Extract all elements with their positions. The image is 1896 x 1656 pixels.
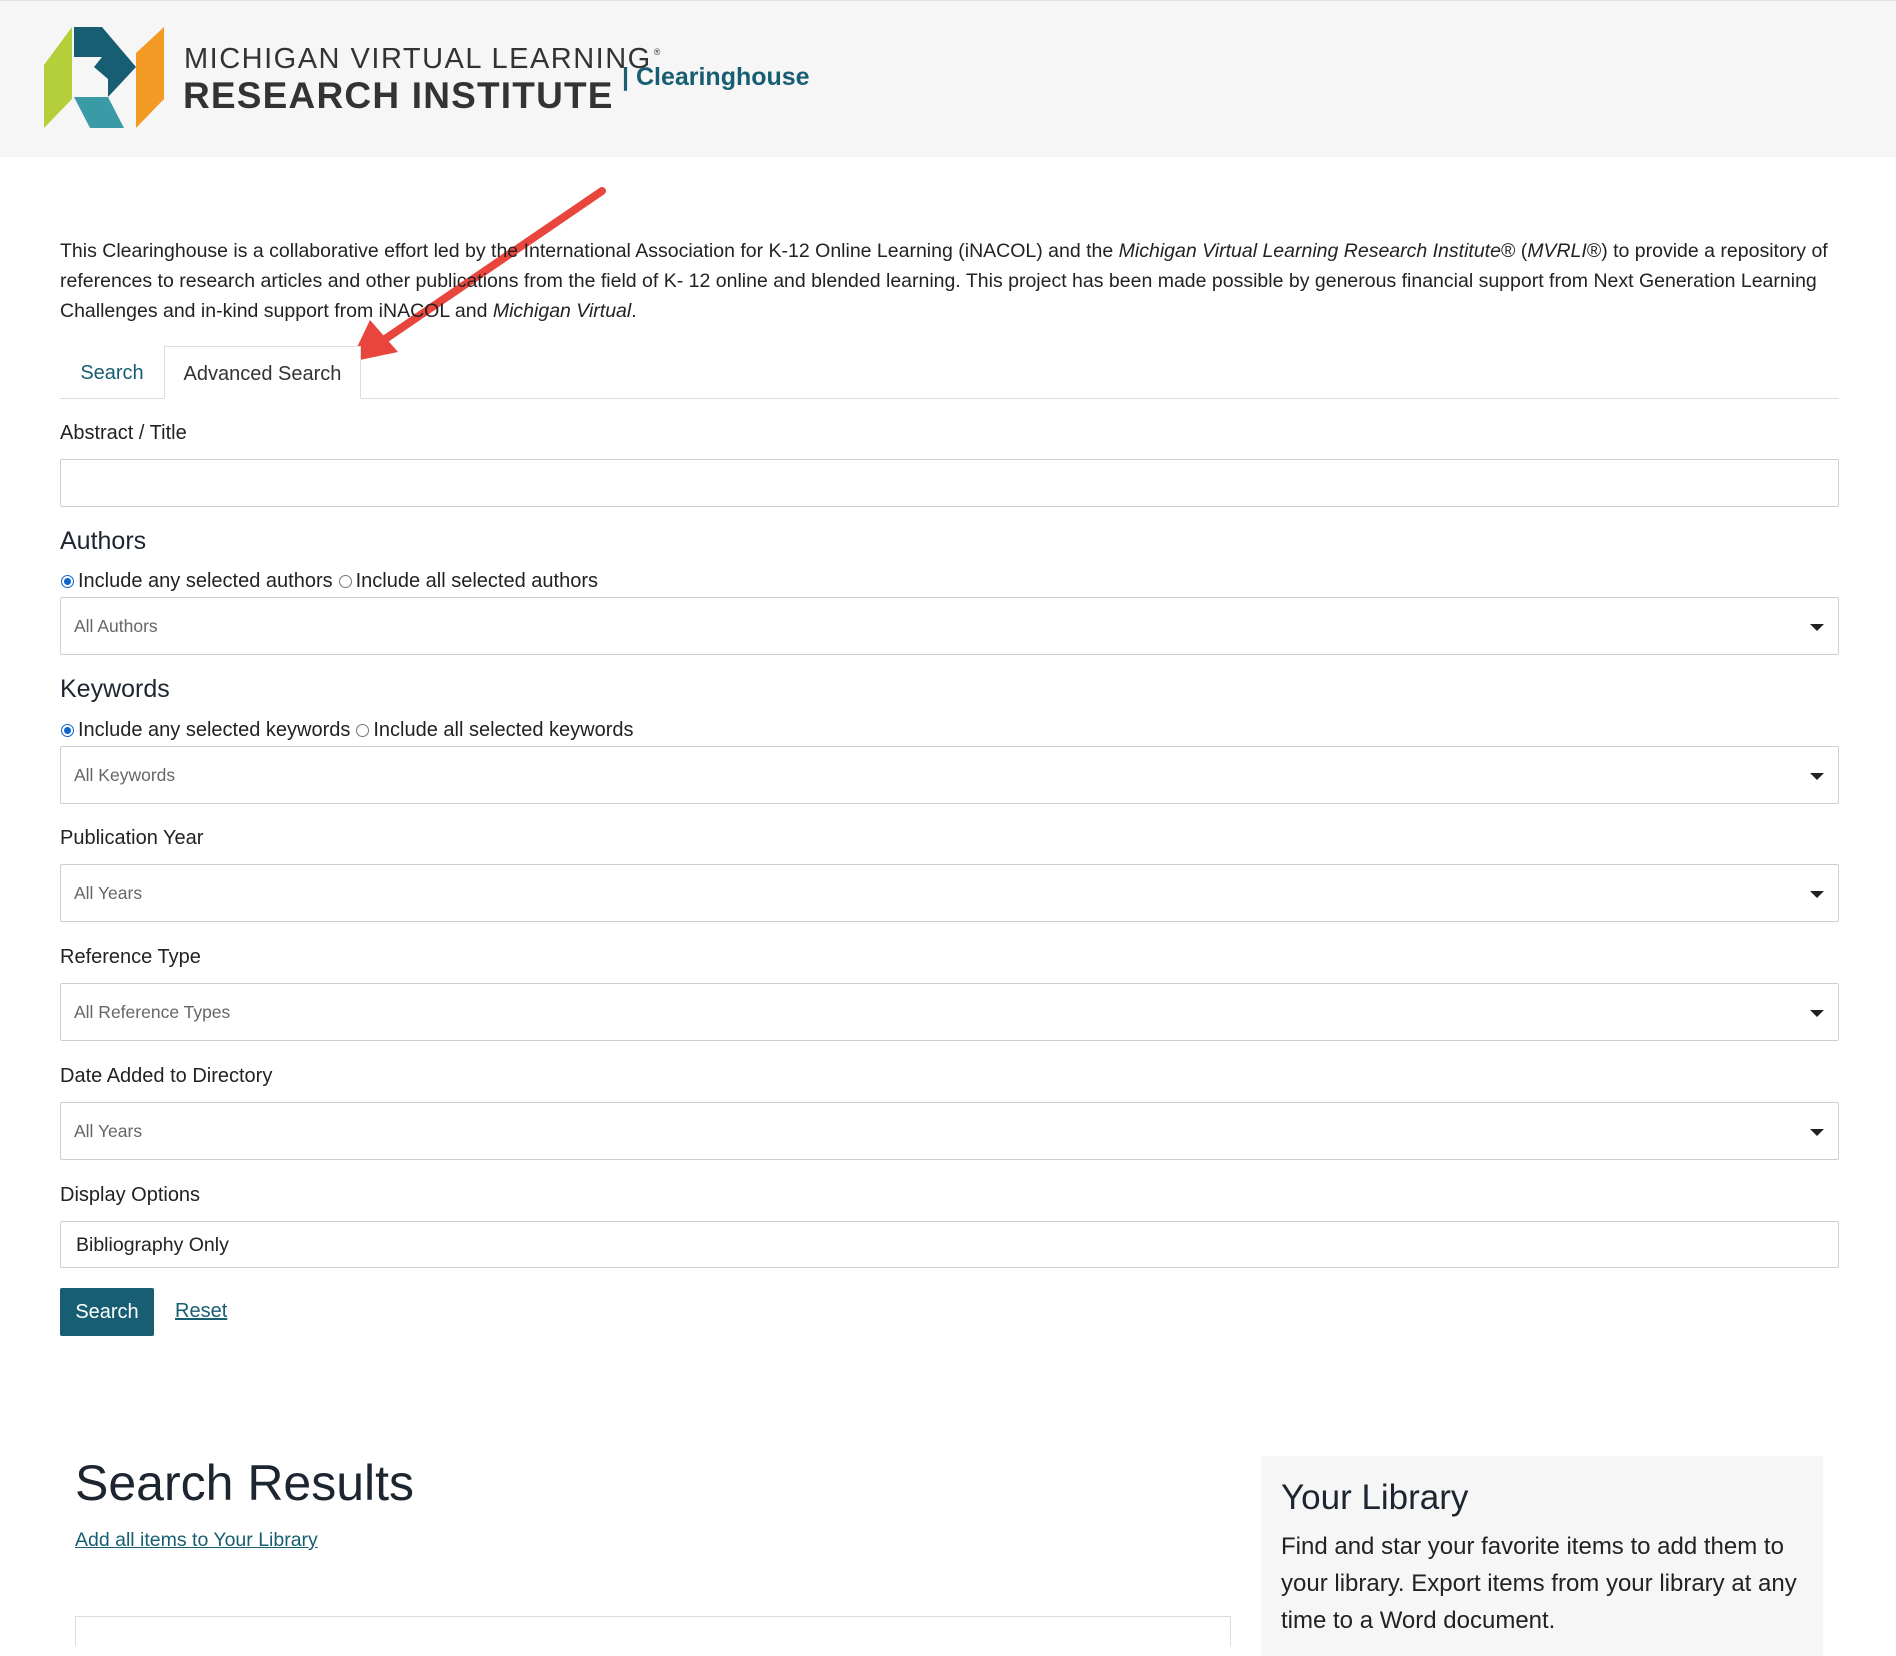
intro-text-1: This Clearinghouse is a collaborative ef… xyxy=(60,240,1119,262)
registered-mark: ® xyxy=(653,47,662,57)
display-options-value: Bibliography Only xyxy=(76,1234,229,1256)
chevron-down-icon xyxy=(1810,624,1824,631)
brand-name-top: MICHIGAN VIRTUAL LEARNING ® xyxy=(184,43,662,76)
keywords-select-placeholder: All Keywords xyxy=(74,765,176,785)
reference-type-placeholder: All Reference Types xyxy=(74,1002,231,1022)
keywords-select[interactable]: All Keywords xyxy=(60,746,1839,804)
tab-search[interactable]: Search xyxy=(60,346,164,398)
date-added-select[interactable]: All Years xyxy=(60,1102,1839,1160)
authors-all-radio[interactable] xyxy=(338,574,352,588)
abstract-title-input[interactable] xyxy=(60,459,1839,507)
brand-line-1: MICHIGAN VIRTUAL LEARNING xyxy=(184,43,652,75)
search-results-title: Search Results xyxy=(75,1455,415,1511)
your-library-description: Find and star your favorite items to add… xyxy=(1281,1533,1797,1634)
reference-type-select[interactable]: All Reference Types xyxy=(60,983,1839,1041)
display-options-select[interactable]: Bibliography Only xyxy=(60,1221,1839,1268)
abstract-title-label: Abstract / Title xyxy=(60,422,187,444)
keywords-any-radio[interactable] xyxy=(61,723,74,737)
tab-advanced-search[interactable]: Advanced Search xyxy=(164,346,361,399)
publication-year-placeholder: All Years xyxy=(74,883,143,903)
chevron-down-icon xyxy=(1810,773,1824,780)
intro-text-2: ® ( xyxy=(1500,240,1528,262)
your-library-title: Your Library xyxy=(1281,1478,1469,1517)
date-added-label: Date Added to Directory xyxy=(60,1065,273,1087)
search-tabs: Search Advanced Search xyxy=(60,346,1839,399)
intro-paragraph: This Clearinghouse is a collaborative ef… xyxy=(60,236,1850,326)
authors-any-radio[interactable] xyxy=(61,574,74,588)
brand-name-bottom: RESEARCH INSTITUTE xyxy=(183,75,614,116)
authors-all-label[interactable]: Include all selected authors xyxy=(356,570,598,593)
results-list xyxy=(75,1616,1231,1646)
add-all-to-library-link[interactable]: Add all items to Your Library xyxy=(75,1529,318,1552)
intro-org-name: Michigan Virtual Learning Research Insti… xyxy=(1118,240,1501,262)
clearinghouse-link[interactable]: | Clearinghouse xyxy=(622,63,810,92)
your-library-panel: Your Library Find and star your favorite… xyxy=(1261,1456,1823,1656)
keywords-all-label[interactable]: Include all selected keywords xyxy=(373,719,633,742)
reset-link[interactable]: Reset xyxy=(175,1300,227,1323)
authors-match-options: Include any selected authors Include all… xyxy=(60,569,598,593)
chevron-down-icon xyxy=(1810,1010,1824,1017)
search-button[interactable]: Search xyxy=(60,1288,154,1336)
intro-michigan-virtual: Michigan Virtual xyxy=(492,300,632,322)
date-added-placeholder: All Years xyxy=(74,1121,143,1141)
authors-heading: Authors xyxy=(60,527,147,555)
authors-select[interactable]: All Authors xyxy=(60,597,1839,655)
chevron-down-icon xyxy=(1810,891,1824,898)
authors-any-label[interactable]: Include any selected authors xyxy=(78,570,333,593)
authors-select-placeholder: All Authors xyxy=(74,616,158,636)
keywords-heading: Keywords xyxy=(60,675,170,703)
site-header: MICHIGAN VIRTUAL LEARNING ® RESEARCH INST… xyxy=(0,0,1896,157)
keywords-match-options: Include any selected keywords Include al… xyxy=(60,718,634,742)
chevron-down-icon xyxy=(1810,1129,1824,1136)
publication-year-label: Publication Year xyxy=(60,827,204,849)
mvlri-logo-icon[interactable] xyxy=(44,27,164,128)
intro-text-4: . xyxy=(631,300,637,322)
display-options-label: Display Options xyxy=(60,1184,201,1206)
keywords-all-radio[interactable] xyxy=(356,723,370,737)
keywords-any-label[interactable]: Include any selected keywords xyxy=(78,719,350,742)
intro-org-abbr: MVRLI xyxy=(1527,240,1587,262)
publication-year-select[interactable]: All Years xyxy=(60,864,1839,922)
reference-type-label: Reference Type xyxy=(60,946,201,968)
